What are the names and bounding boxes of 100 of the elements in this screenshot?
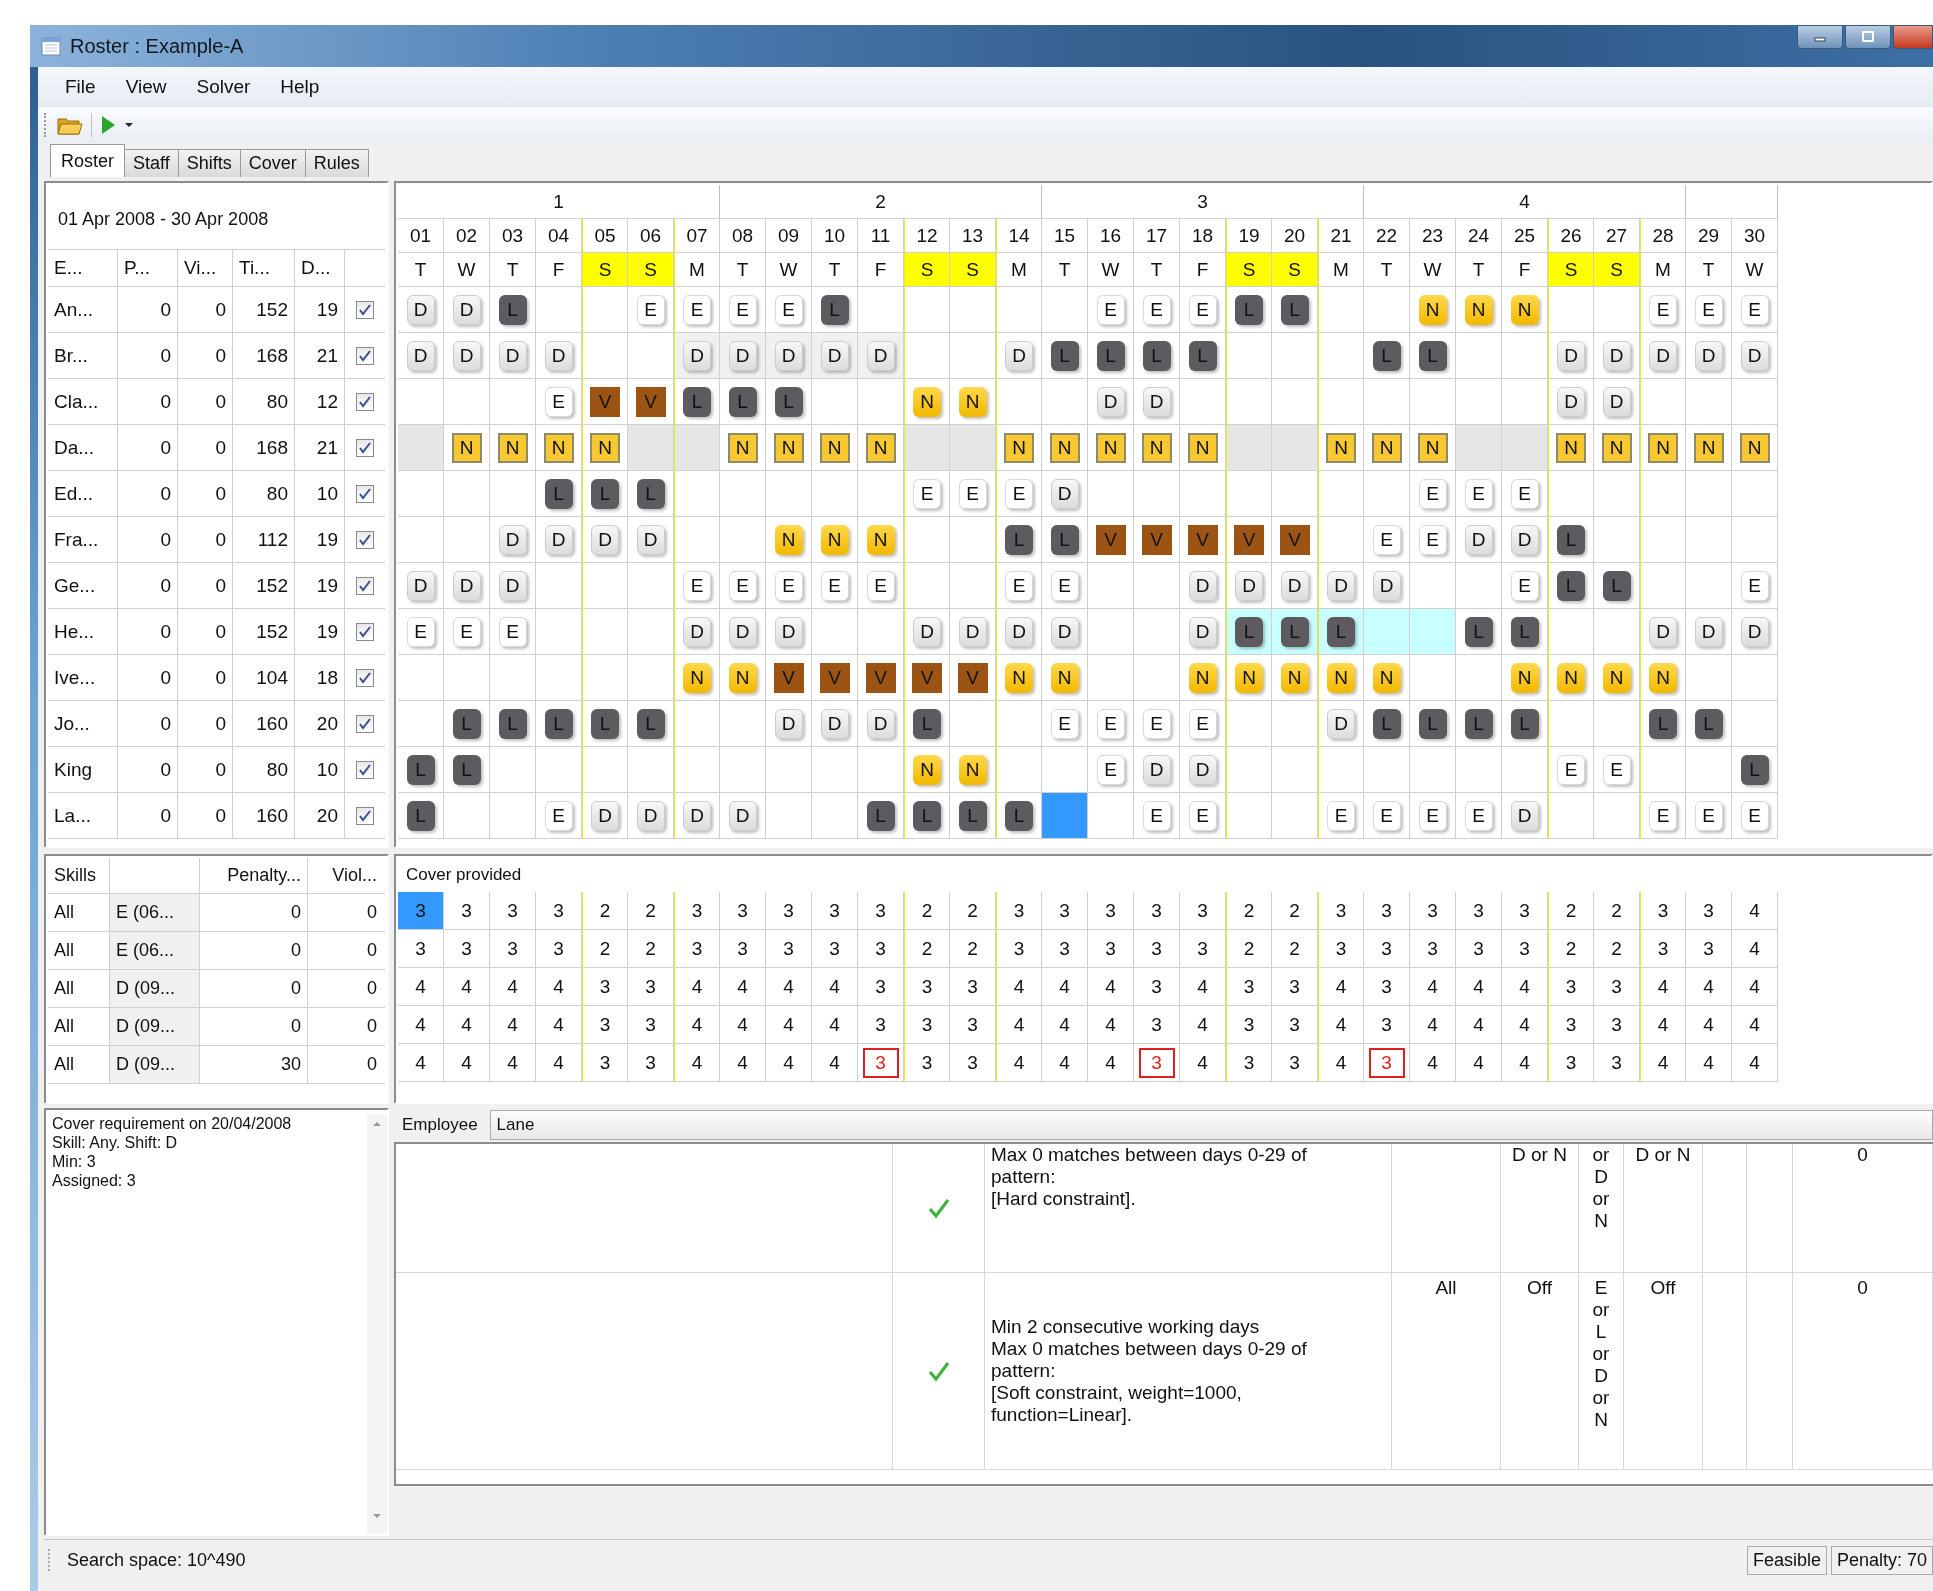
roster-cell[interactable] (812, 793, 858, 839)
roster-cell[interactable] (1134, 563, 1180, 609)
roster-cell[interactable]: E (1364, 517, 1410, 563)
roster-cell[interactable] (1088, 471, 1134, 517)
cover-value[interactable]: 4 (766, 968, 811, 1005)
menu-item[interactable]: File (50, 72, 111, 102)
roster-cell[interactable] (674, 425, 720, 471)
cover-value[interactable]: 3 (398, 930, 443, 967)
shift-badge[interactable]: D (406, 570, 435, 601)
roster-cell[interactable]: D (582, 517, 628, 563)
checkbox[interactable] (356, 484, 374, 503)
roster-cell[interactable] (950, 425, 996, 471)
roster-cell[interactable] (1502, 425, 1548, 471)
roster-cell[interactable]: N (1456, 287, 1502, 333)
cover-value[interactable]: 2 (1227, 930, 1271, 967)
scroll-down-icon[interactable] (372, 1512, 382, 1520)
shift-badge[interactable]: D (636, 800, 665, 831)
roster-cell[interactable] (1318, 333, 1364, 379)
cover-value[interactable]: 3 (950, 1006, 995, 1043)
roster-cell[interactable]: E (1088, 287, 1134, 333)
roster-cell[interactable] (1410, 655, 1456, 701)
roster-cell[interactable] (1134, 655, 1180, 701)
roster-cell[interactable] (1732, 471, 1778, 517)
roster-cell[interactable]: D (398, 333, 444, 379)
roster-cell[interactable] (444, 793, 490, 839)
roster-cell[interactable] (1364, 471, 1410, 517)
cover-value[interactable]: 3 (1594, 1044, 1639, 1081)
shift-badge[interactable]: N (1739, 432, 1770, 463)
roster-cell[interactable]: D (674, 793, 720, 839)
roster-cell[interactable]: N (904, 747, 950, 793)
roster-cell[interactable]: D (720, 609, 766, 655)
roster-cell[interactable] (398, 425, 444, 471)
roster-cell[interactable] (490, 379, 536, 425)
shift-badge[interactable]: D (774, 708, 803, 739)
cover-value[interactable]: 3 (1134, 1006, 1179, 1043)
cover-value[interactable]: 2 (905, 930, 949, 967)
roster-cell[interactable] (1640, 747, 1686, 793)
cover-value[interactable]: 3 (1272, 1006, 1317, 1043)
cover-value[interactable]: 4 (675, 1044, 719, 1081)
roster-cell[interactable] (1272, 333, 1318, 379)
roster-cell[interactable]: D (1502, 517, 1548, 563)
roster-cell[interactable]: E (1456, 471, 1502, 517)
cover-value[interactable]: 3 (905, 1044, 949, 1081)
shift-badge[interactable]: D (1050, 616, 1079, 647)
cover-value[interactable]: 4 (812, 968, 857, 1005)
roster-cell[interactable] (812, 379, 858, 425)
roster-cell[interactable] (904, 425, 950, 471)
roster-cell[interactable] (674, 701, 720, 747)
roster-cell[interactable]: D (904, 609, 950, 655)
roster-cell[interactable] (1594, 609, 1640, 655)
shift-badge[interactable]: E (1557, 754, 1585, 785)
shift-badge[interactable]: N (958, 386, 987, 417)
roster-cell[interactable]: E (1318, 793, 1364, 839)
shift-badge[interactable]: E (683, 294, 711, 325)
roster-cell[interactable] (1732, 655, 1778, 701)
checkbox[interactable] (356, 438, 374, 457)
shift-badge[interactable]: D (1005, 340, 1033, 371)
shift-badge[interactable]: E (774, 294, 803, 325)
cover-value[interactable]: 3 (1088, 930, 1133, 967)
roster-cell[interactable]: D (490, 563, 536, 609)
roster-cell[interactable]: D (1364, 563, 1410, 609)
cover-value[interactable]: 3 (858, 930, 903, 967)
roster-cell[interactable] (1456, 655, 1502, 701)
cover-value[interactable]: 4 (1456, 1044, 1501, 1081)
roster-cell[interactable]: N (1226, 655, 1272, 701)
cover-value[interactable]: 4 (1088, 1044, 1133, 1081)
cover-value[interactable]: 3 (1134, 892, 1179, 929)
roster-cell[interactable] (1548, 471, 1594, 517)
shift-badge[interactable]: D (1327, 570, 1355, 601)
shift-badge[interactable]: N (820, 524, 849, 555)
cover-value[interactable]: 4 (1088, 968, 1133, 1005)
shift-badge[interactable]: D (544, 524, 573, 555)
roster-cell[interactable] (582, 563, 628, 609)
shift-badge[interactable]: N (1602, 662, 1631, 693)
cover-value[interactable]: 3 (858, 892, 903, 929)
cover-value[interactable]: 3 (997, 892, 1041, 929)
shift-badge[interactable]: D (866, 340, 895, 371)
shift-badge[interactable]: D (591, 524, 619, 555)
roster-cell[interactable]: D (1272, 563, 1318, 609)
roster-cell[interactable]: E (398, 609, 444, 655)
roster-cell[interactable]: D (1180, 609, 1226, 655)
shift-badge[interactable]: D (728, 616, 757, 647)
roster-cell[interactable] (490, 655, 536, 701)
roster-cell[interactable] (582, 287, 628, 333)
cover-value[interactable]: 4 (1410, 1044, 1455, 1081)
roster-cell[interactable] (444, 379, 490, 425)
shift-badge[interactable]: D (1464, 524, 1493, 555)
roster-cell[interactable]: N (490, 425, 536, 471)
roster-cell[interactable] (1456, 333, 1502, 379)
roster-cell[interactable]: D (582, 793, 628, 839)
shift-badge[interactable]: E (1050, 570, 1079, 601)
cover-value[interactable]: 3 (675, 892, 719, 929)
shift-badge[interactable]: D (913, 616, 941, 647)
roster-cell[interactable] (1364, 747, 1410, 793)
roster-cell[interactable]: E (1410, 517, 1456, 563)
close-button[interactable] (1893, 25, 1933, 49)
shift-badge[interactable]: D (1694, 616, 1723, 647)
roster-cell[interactable]: E (1502, 563, 1548, 609)
shift-badge[interactable]: E (1005, 478, 1033, 509)
cover-value[interactable]: 4 (536, 968, 581, 1005)
